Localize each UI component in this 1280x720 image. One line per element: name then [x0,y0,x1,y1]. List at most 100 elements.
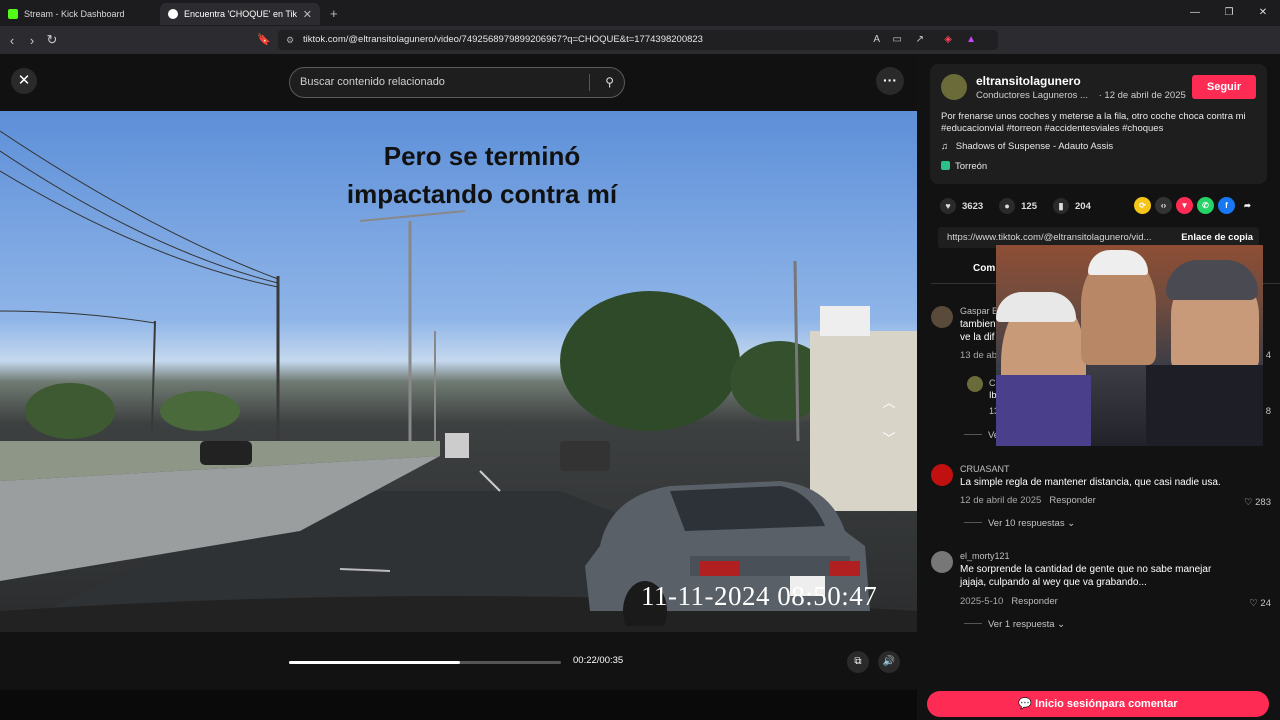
post-date: · 12 de abril de 2025 [1098,90,1186,101]
view-replies-link[interactable]: Ver 1 respuesta ⌄ [964,619,1065,630]
login-label: Inicio sesiónpara comentar [1035,698,1178,710]
like-button[interactable]: ♥ 3623 [940,198,983,214]
brave-shield-icon[interactable]: ◈ [944,30,952,50]
share-icon[interactable]: ↗ [916,30,924,50]
search-placeholder: Buscar contenido relacionado [300,76,445,88]
video-pane: ✕ Buscar contenido relacionado ⚲ ··· Per… [0,54,917,690]
like-count: 24 [1260,598,1271,609]
forward-icon[interactable]: › [22,33,42,48]
minimize-icon[interactable]: — [1178,0,1212,26]
reply-avatar[interactable] [967,376,983,392]
bookmark-icon: ▮ [1053,198,1069,214]
comment-icon: ● [999,198,1016,214]
comment-avatar[interactable] [931,551,953,573]
webcam-overlay [996,245,1263,446]
kick-icon [8,9,18,19]
address-bar-row: ‹ › ↻ 🔖 ⚙ tiktok.com/@eltransitolagunero… [0,26,1280,71]
avatar[interactable] [941,74,967,100]
chevron-down-icon[interactable]: ﹀ [878,421,900,457]
player-controls: 00:22/00:35 ⧉ 🔊 [0,632,917,690]
video-timestamp: 11-11-2024 08:50:47 [641,581,878,611]
view-replies-label: Ver 10 respuestas [988,518,1065,529]
search-icon[interactable]: ⚲ [605,68,614,97]
browser-tab-kick[interactable]: Stream - Kick Dashboard [0,3,160,25]
tab-comments[interactable]: Com [973,263,995,274]
search-divider [589,74,590,91]
cast-icon[interactable]: ▭ [893,30,902,50]
caption-line-1: Pero se terminó [383,141,581,171]
caption-line-2: impactando contra mí [346,179,618,209]
comment-date: 12 de abril de 2025 [960,495,1042,506]
follow-button[interactable]: Seguir [1192,75,1256,99]
back-icon[interactable]: ‹ [2,33,22,48]
search-input[interactable]: Buscar contenido relacionado ⚲ [289,67,625,98]
reply-likes[interactable]: 8 [1266,406,1271,417]
jersey-image [996,375,1091,446]
send-icon[interactable]: ▼ [1176,197,1193,214]
video-link[interactable]: https://www.tiktok.com/@eltransitolagune… [947,232,1151,243]
new-tab-button[interactable]: + [330,6,338,21]
comment-item: el_morty121 Me sorprende la cantidad de … [931,551,1271,631]
progress-bar[interactable] [289,661,561,664]
embed-icon[interactable]: ‹› [1155,197,1172,214]
chevron-up-icon[interactable]: ︿ [878,385,900,421]
video-description: Por frenarse unos coches y meterse a la … [941,111,1246,134]
like-count: 283 [1255,497,1271,508]
video-player[interactable]: Pero se terminó impactando contra mí 11-… [0,111,917,632]
author-nickname: Conductores Laguneros ... · 12 de abril … [976,90,1186,101]
heart-icon: ♥ [940,198,956,214]
author-username[interactable]: eltransitolagunero [976,74,1081,88]
share-arrow-icon[interactable]: ➦ [1239,197,1256,214]
comment-footer: 💬 Inicio sesiónpara comentar [917,690,1280,720]
browser-tab-tiktok[interactable]: Encuentra 'CHOQUE' en TikTok ✕ [160,3,320,25]
comment-avatar[interactable] [931,464,953,486]
time-display: 00:22/00:35 [573,655,624,666]
reload-icon[interactable]: ↻ [42,32,62,48]
restore-icon[interactable]: ❐ [1212,0,1246,26]
save-button[interactable]: ▮ 204 [1053,198,1091,214]
music-link[interactable]: ♫ Shadows of Suspense - Adauto Assis [941,141,1113,152]
facebook-icon[interactable]: f [1218,197,1235,214]
author-card: eltransitolagunero Conductores Laguneros… [930,64,1267,184]
translate-icon[interactable]: A [873,30,880,50]
comment-likes[interactable]: 4 [1266,350,1271,361]
close-tab-icon[interactable]: ✕ [303,8,312,21]
comment-likes[interactable]: ♡ 24 [1249,598,1271,609]
close-icon[interactable]: ✕ [11,68,37,94]
close-window-icon[interactable]: ✕ [1246,0,1280,26]
shirt-image [1146,365,1263,446]
login-to-comment-button[interactable]: 💬 Inicio sesiónpara comentar [927,691,1269,717]
comment-author[interactable]: Gaspar B [960,306,998,316]
pip-icon[interactable]: ⧉ [847,651,869,673]
reply-button[interactable]: Responder [1049,495,1095,506]
comment-author[interactable]: el_morty121 [960,551,1010,561]
progress-fill [289,661,461,664]
comment-text: Me sorprende la cantidad de gente que no… [960,564,1212,588]
site-info-icon[interactable]: ⚙ [286,30,294,50]
bookmark-icon[interactable]: 🔖 [257,33,271,46]
comment-avatar[interactable] [931,306,953,328]
reply-author[interactable]: C [989,378,996,388]
comment-likes[interactable]: ♡ 283 [1244,497,1271,508]
tab-title: Stream - Kick Dashboard [24,9,125,19]
location-icon [941,161,950,170]
repost-icon[interactable]: ⟳ [1134,197,1151,214]
chat-icon: 💬 [1018,698,1033,710]
rewards-icon[interactable]: ▲ [966,30,976,50]
reply-button[interactable]: Responder [1011,596,1057,607]
tab-title: Encuentra 'CHOQUE' en TikTok [184,9,297,19]
location-name: Torreón [955,161,988,172]
cap-image [996,292,1076,322]
stats-row: ♥ 3623 ● 125 ▮ 204 [940,198,1097,214]
comment-button[interactable]: ● 125 [999,198,1037,214]
comment-author[interactable]: CRUASANT [960,464,1010,474]
whatsapp-icon[interactable]: ✆ [1197,197,1214,214]
more-options-icon[interactable]: ··· [876,67,904,95]
url-field[interactable]: ⚙ tiktok.com/@eltransitolagunero/video/7… [278,30,998,50]
volume-icon[interactable]: 🔊 [878,651,900,673]
browser-tabbar: Stream - Kick Dashboard Encuentra 'CHOQU… [0,0,1280,26]
view-replies-link[interactable]: Ver 10 respuestas ⌄ [964,518,1075,529]
view-replies-link[interactable]: Ve [964,430,999,441]
share-row: ⟳ ‹› ▼ ✆ f ➦ [1134,197,1256,214]
location-link[interactable]: Torreón [941,161,987,172]
